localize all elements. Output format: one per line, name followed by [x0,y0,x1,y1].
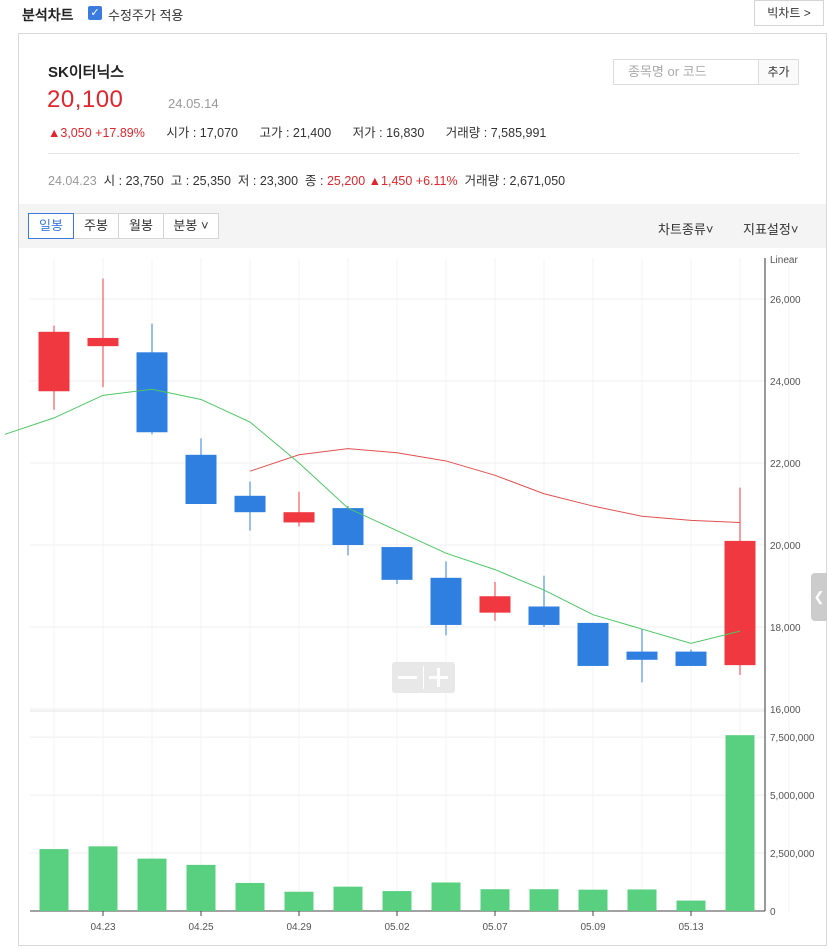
hover-change: ▲1,450 [368,174,413,188]
tab-minute[interactable]: 분봉 ˅ [164,213,219,239]
period-tabs: 일봉 주봉 월봉 분봉 ˅ [28,213,219,239]
hover-info: 24.04.23 시 : 23,750 고 : 25,350 저 : 23,30… [48,174,566,188]
section-title: 분석차트 [22,7,74,23]
hover-high-label: 고 [170,174,183,188]
add-button[interactable]: 추가 [758,59,799,85]
chart-type-label: 차트종류 [658,222,706,237]
tab-weekly[interactable]: 주봉 [74,213,119,239]
hover-open-label: 시 [103,174,116,188]
open-label: 시가 [166,126,190,140]
chevron-down-icon: ˅ [197,218,209,233]
indicator-settings-menu[interactable]: 지표설정˅ [743,219,798,238]
stock-name: SK이터닉스 [48,64,125,81]
tab-monthly[interactable]: 월봉 [119,213,164,239]
hover-close-label: 종 [305,174,317,188]
quote-date: 24.05.14 [168,96,219,111]
top-bar: 분석차트 ✓ 수정주가 적용 빅차트 > [0,0,828,26]
tab-daily[interactable]: 일봉 [28,213,74,239]
hover-date: 24.04.23 [48,174,97,188]
tab-minute-label: 분봉 [173,218,198,233]
indicator-settings-label: 지표설정 [743,222,791,237]
current-price: 20,100 [47,86,124,113]
hover-change-pct: +6.11% [415,174,458,188]
high-value: 21,400 [292,126,332,140]
hover-volume: 2,671,050 [509,174,566,188]
side-panel-toggle[interactable]: ❮ [811,573,827,621]
change-percent: +17.89% [95,126,145,140]
adjusted-price-checkbox[interactable]: ✓ [88,6,102,20]
high-label: 고가 [259,126,283,140]
hover-low-label: 저 [237,174,250,188]
chart-type-menu[interactable]: 차트종류˅ [658,219,713,238]
chevron-down-icon: ˅ [705,222,714,237]
hover-volume-label: 거래량 [464,174,500,188]
volume-label: 거래량 [445,126,481,140]
big-chart-button[interactable]: 빅차트 > [754,0,824,26]
stock-search-input[interactable]: 종목명 or 코드 [613,59,759,85]
low-value: 16,830 [386,126,425,140]
hover-high: 25,350 [192,174,231,188]
quote-summary: ▲3,050 +17.89% 시가 : 17,070 고가 : 21,400 저… [48,126,547,140]
low-label: 저가 [352,126,376,140]
hover-close: 25,200 [326,174,366,188]
divider [48,153,799,154]
adjusted-price-label[interactable]: 수정주가 적용 [108,5,183,24]
hover-open: 23,750 [125,174,164,188]
change-value: ▲3,050 [48,126,92,140]
volume-value: 7,585,991 [490,126,547,140]
open-value: 17,070 [199,126,238,140]
hover-low: 23,300 [259,174,299,188]
chevron-down-icon: ˅ [790,222,799,237]
